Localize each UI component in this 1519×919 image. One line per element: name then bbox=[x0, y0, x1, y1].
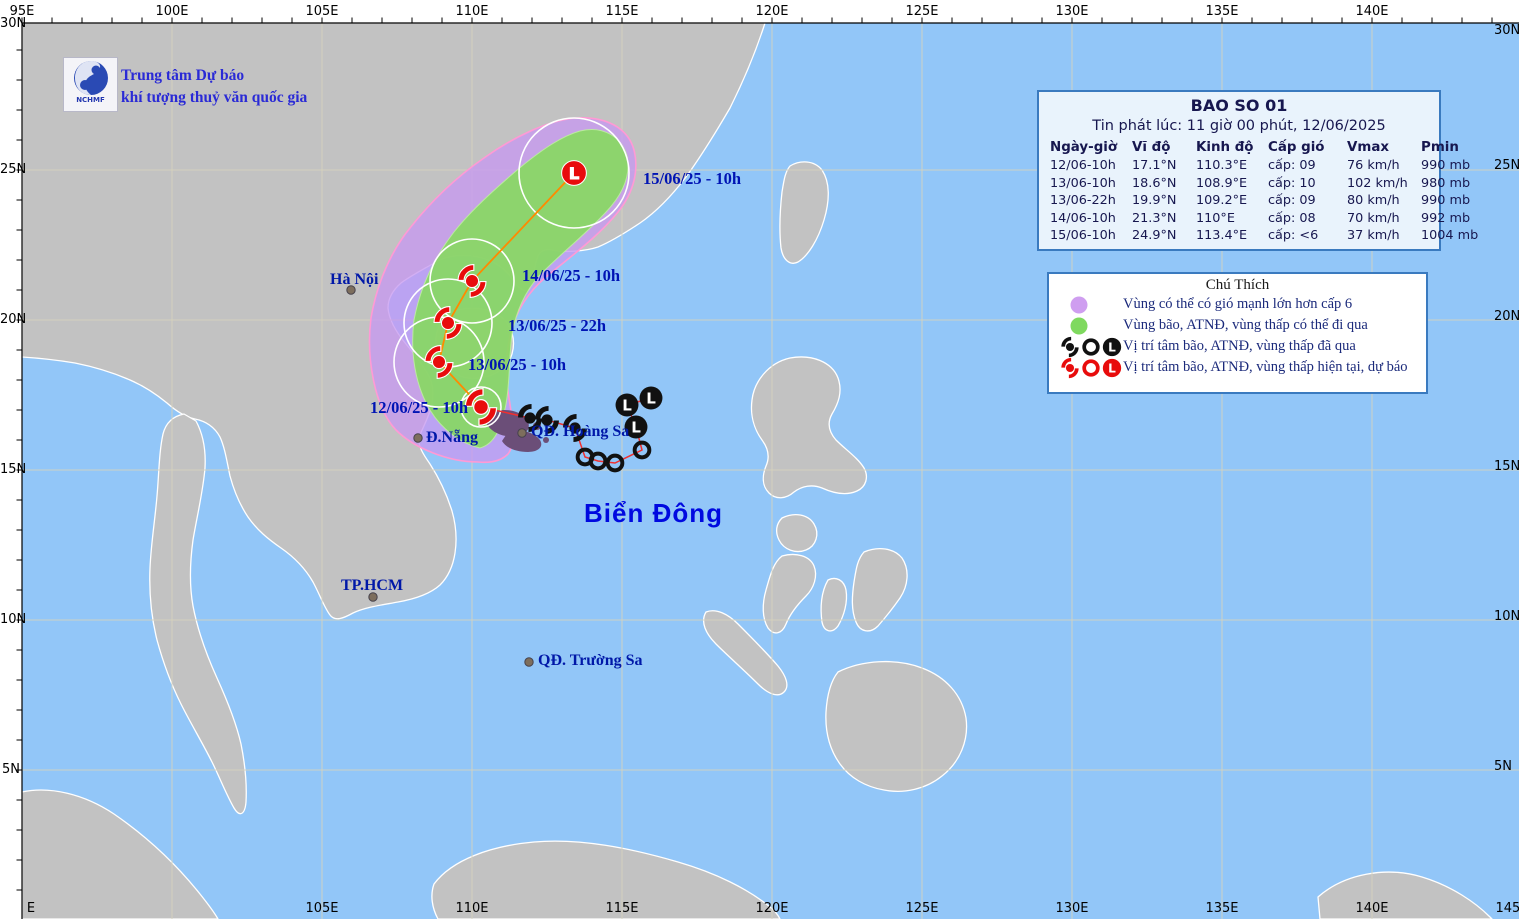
storm-table-cell: 24.9°N bbox=[1132, 228, 1177, 244]
storm-table-cell: 102 km/h bbox=[1347, 175, 1408, 191]
legend-item: Vùng có thể có gió mạnh lớn hơn cấp 6 bbox=[1049, 294, 1426, 315]
storm-issued-time: Tin phát lúc: 11 giờ 00 phút, 12/06/2025 bbox=[1092, 118, 1386, 134]
storm-table-cell: cấp: 10 bbox=[1268, 175, 1316, 191]
storm-table-header-cell: Vmax bbox=[1347, 140, 1389, 155]
storm-info-table: BAO SO 01 Tin phát lúc: 11 giờ 00 phút, … bbox=[1037, 90, 1478, 251]
purple-dot-icon bbox=[1059, 294, 1123, 316]
nchmf-logo-emblem bbox=[73, 61, 108, 95]
agency-name-line1: Trung tâm Dự báo bbox=[121, 67, 245, 84]
storm-table-grid: Ngày-giờ Vĩ độ Kinh độ Cấp gió Vmax Pmin 12/06… bbox=[1039, 138, 1478, 245]
past-position-marker bbox=[615, 393, 639, 417]
storm-table-cell: 110°E bbox=[1196, 210, 1235, 226]
storm-table-cell: 13/06-10h bbox=[1050, 175, 1116, 191]
storm-table-cell: 80 km/h bbox=[1347, 193, 1400, 209]
legend-item-text: Vùng bão, ATNĐ, vùng thấp có thể đi qua bbox=[1123, 317, 1368, 333]
green-dot-icon bbox=[1059, 315, 1123, 337]
storm-table-header-cell: Ngày-giờ bbox=[1050, 140, 1118, 155]
storm-forecast-map: L bbox=[0, 0, 1519, 919]
nchmf-logo: NCHMF bbox=[63, 57, 118, 112]
storm-table-cell: cấp: <6 bbox=[1268, 228, 1319, 244]
legend-item-text: Vị trí tâm bão, ATNĐ, vùng thấp hiện tại… bbox=[1123, 359, 1408, 375]
forecast-position-marker bbox=[561, 160, 587, 186]
storm-table-cell: cấp: 08 bbox=[1268, 210, 1316, 226]
storm-table-cell: 13/06-22h bbox=[1050, 193, 1116, 209]
storm-table-cell: 990 mb bbox=[1421, 158, 1471, 173]
legend-rows: Vùng có thể có gió mạnh lớn hơn cấp 6 Vùn… bbox=[1049, 294, 1426, 378]
storm-table-cell: cấp: 09 bbox=[1268, 158, 1316, 173]
storm-table-cell: 14/06-10h bbox=[1050, 210, 1116, 226]
agency-name-line2: khí tượng thuỷ văn quốc gia bbox=[121, 89, 308, 106]
storm-table-cell: 76 km/h bbox=[1347, 158, 1400, 173]
storm-table-cell: 990 mb bbox=[1421, 193, 1471, 209]
storm-table-cell: 19.9°N bbox=[1132, 193, 1177, 209]
storm-table-header-cell: Pmin bbox=[1421, 140, 1459, 155]
past-position-marker bbox=[639, 386, 663, 410]
storm-title: BAO SO 01 bbox=[1190, 96, 1288, 115]
storm-table-cell: 37 km/h bbox=[1347, 228, 1400, 244]
storm-table-cell: 1004 mb bbox=[1421, 228, 1479, 244]
storm-table-cell: 18.6°N bbox=[1132, 175, 1177, 191]
storm-table-cell: 70 km/h bbox=[1347, 210, 1400, 226]
storm-table-cell: 109.2°E bbox=[1196, 193, 1248, 209]
city-dot bbox=[368, 592, 378, 602]
past-position-marker bbox=[624, 415, 648, 439]
legend-item-text: Vùng có thể có gió mạnh lớn hơn cấp 6 bbox=[1123, 296, 1353, 312]
storm-table-header-cell: Vĩ độ bbox=[1132, 140, 1171, 155]
storm-table-header-cell: Kinh độ bbox=[1196, 140, 1254, 155]
storm-table-cell: 980 mb bbox=[1421, 175, 1471, 191]
city-dot bbox=[517, 428, 527, 438]
city-dot bbox=[346, 285, 356, 295]
city-dot bbox=[524, 657, 534, 667]
nchmf-logo-text: NCHMF bbox=[76, 96, 105, 104]
storm-table-cell: 15/06-10h bbox=[1050, 228, 1116, 244]
legend-item-text: Vị trí tâm bão, ATNĐ, vùng thấp đã qua bbox=[1123, 338, 1356, 354]
storm-table-cell: 17.1°N bbox=[1132, 158, 1177, 173]
storm-table-cell: 108.9°E bbox=[1196, 175, 1248, 191]
storm-table-cell: 21.3°N bbox=[1132, 210, 1177, 226]
red-markers-icon bbox=[1059, 357, 1123, 379]
black-markers-icon bbox=[1059, 336, 1123, 358]
legend-item: Vị trí tâm bão, ATNĐ, vùng thấp đã qua bbox=[1049, 336, 1426, 357]
land-mindoro bbox=[775, 513, 818, 553]
storm-table-cell: 12/06-10h bbox=[1050, 158, 1116, 173]
storm-table-cell: cấp: 09 bbox=[1268, 193, 1316, 209]
land-mindanao bbox=[825, 660, 968, 792]
legend-title: Chú Thích bbox=[1205, 277, 1270, 293]
map-legend: Chú Thích Vùng có thể có gió mạnh lớn hơ… bbox=[1047, 272, 1428, 394]
storm-table-header-cell: Cấp gió bbox=[1268, 140, 1325, 155]
storm-table-cell: 113.4°E bbox=[1196, 228, 1248, 244]
storm-table-cell: 992 mb bbox=[1421, 210, 1471, 226]
legend-item: Vị trí tâm bão, ATNĐ, vùng thấp hiện tại… bbox=[1049, 357, 1426, 378]
storm-table-cell: 110.3°E bbox=[1196, 158, 1248, 173]
legend-item: Vùng bão, ATNĐ, vùng thấp có thể đi qua bbox=[1049, 315, 1426, 336]
city-dot bbox=[413, 433, 423, 443]
